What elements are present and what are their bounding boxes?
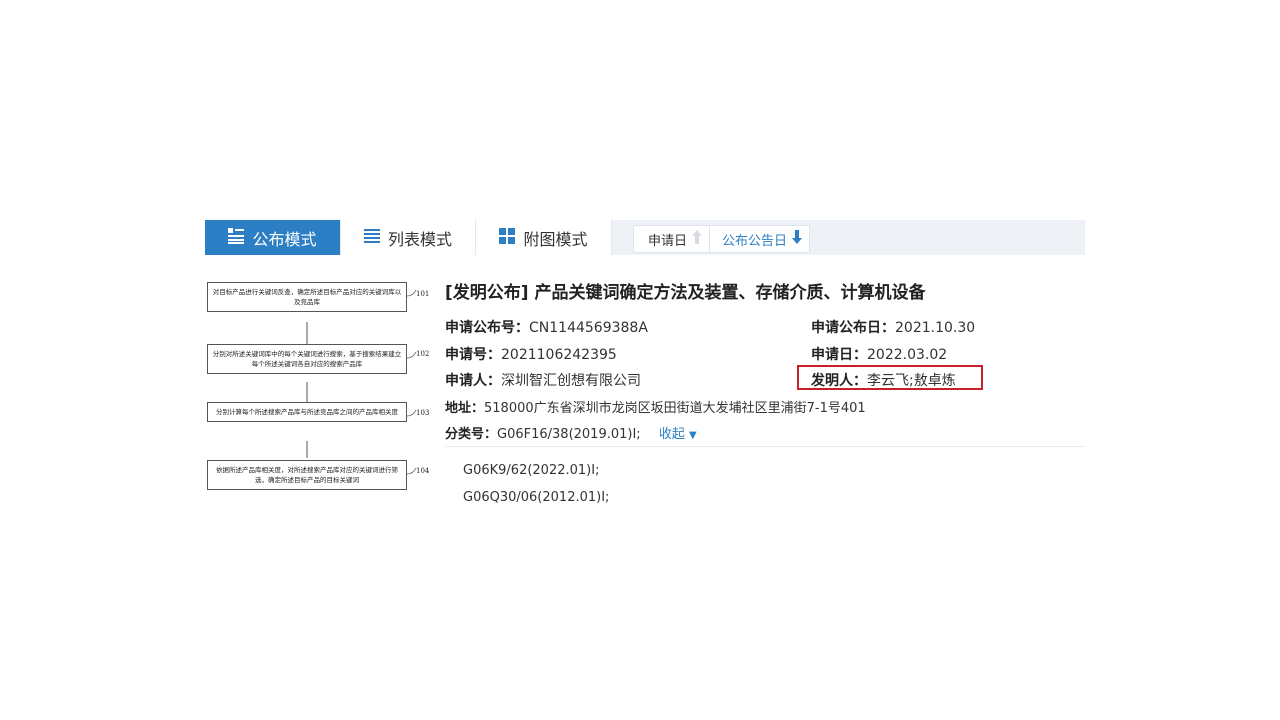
address-row: 地址：518000广东省深圳市龙岗区坂田街道大发埔社区里浦街7-1号401 [445,397,866,416]
collapse-label: 收起 [658,427,685,442]
sort-label: 申请日 [648,233,688,249]
field-label: 申请日： [811,347,867,363]
flowchart-step: 对目标产品进行关键词反查，确定所述目标产品对应的关键词库以及竞品库 [207,282,407,312]
inventor-row: 发明人：李云飞;敖卓炼 [811,370,956,390]
field-label: 地址： [445,401,485,416]
publication-date: 2021.10.30 [895,320,976,336]
classification-expanded: G06K9/62(2022.01)I; G06Q30/06(2012.01)I; [445,446,1085,520]
application-date: 2022.03.02 [867,347,948,363]
application-number-row: 申请号：2021106242395 [445,344,617,364]
inventor: 李云飞;敖卓炼 [867,373,956,389]
publication-number: CN1144569388A [529,320,648,336]
publication-date-row: 申请公布日：2021.10.30 [811,317,975,337]
sort-group: 申请日 公布公告日 [633,225,811,253]
sort-application-date-button[interactable]: 申请日 [634,226,709,252]
flowchart-step: 依据所述产品库相关度，对所述搜索产品库对应的关键词进行筛选，确定所述目标产品的目… [207,460,407,490]
application-date-row: 申请日：2022.03.02 [811,344,947,364]
tab-label: 列表模式 [387,229,452,249]
field-label: 分类号： [445,427,498,442]
tab-list-mode[interactable]: 列表模式 [341,220,476,255]
field-label: 申请公布日： [811,320,895,336]
view-toolbar: 公布模式 列表模式 附图模式 申请日 公布公告日 [205,220,1085,255]
publication-number-row: 申请公布号：CN1144569388A [445,317,648,337]
application-number: 2021106242395 [501,347,617,363]
tab-figure-mode[interactable]: 附图模式 [476,220,612,255]
publication-icon [228,227,245,248]
field-label: 申请公布号： [445,320,529,336]
tab-label: 附图模式 [523,229,588,249]
step-number: 102 [416,350,430,358]
list-icon [363,228,380,248]
sort-publication-date-button[interactable]: 公布公告日 [709,226,809,252]
step-number: 103 [416,409,430,417]
caret-down-icon: ▼ [689,430,697,441]
flowchart-step: 分别对所述关键词库中的每个关键词进行搜索，基于搜索结果建立每个所述关键词各自对应… [207,344,407,374]
classification-row: 分类号：G06F16/38(2019.01)I; 收起 ▼ [445,423,697,442]
applicant-row: 申请人：深圳智汇创想有限公司 [445,370,641,390]
address: 518000广东省深圳市龙岗区坂田街道大发埔社区里浦街7-1号401 [484,401,866,416]
patent-title[interactable]: [发明公布] 产品关键词确定方法及装置、存储介质、计算机设备 [445,278,925,303]
flowchart-step: 分别计算每个所述搜索产品库与所述竞品库之间的产品库相关度 [207,402,407,422]
classification-item: G06K9/62(2022.01)I; [463,463,600,478]
tab-label: 公布模式 [252,229,317,249]
collapse-link[interactable]: 收起 ▼ [659,427,697,442]
field-label: 申请号： [445,347,501,363]
classification-item: G06Q30/06(2012.01)I; [463,490,610,505]
grid-icon [499,227,516,248]
tab-publication-mode[interactable]: 公布模式 [205,220,341,255]
sort-label: 公布公告日 [722,233,788,249]
field-label: 申请人： [445,373,501,389]
step-number: 104 [416,467,430,475]
field-label: 发明人： [811,373,867,389]
patent-result-panel: 公布模式 列表模式 附图模式 申请日 公布公告日 对目标产品进行关键词反查，确定… [205,220,1085,520]
step-number: 101 [416,290,430,298]
classification: G06F16/38(2019.01)I; [497,427,641,442]
applicant: 深圳智汇创想有限公司 [501,373,641,389]
arrow-down-icon [791,229,803,249]
flowchart-figure[interactable]: 对目标产品进行关键词反查，确定所述目标产品对应的关键词库以及竞品库 101 分别… [205,278,430,510]
arrow-up-icon [691,229,703,249]
